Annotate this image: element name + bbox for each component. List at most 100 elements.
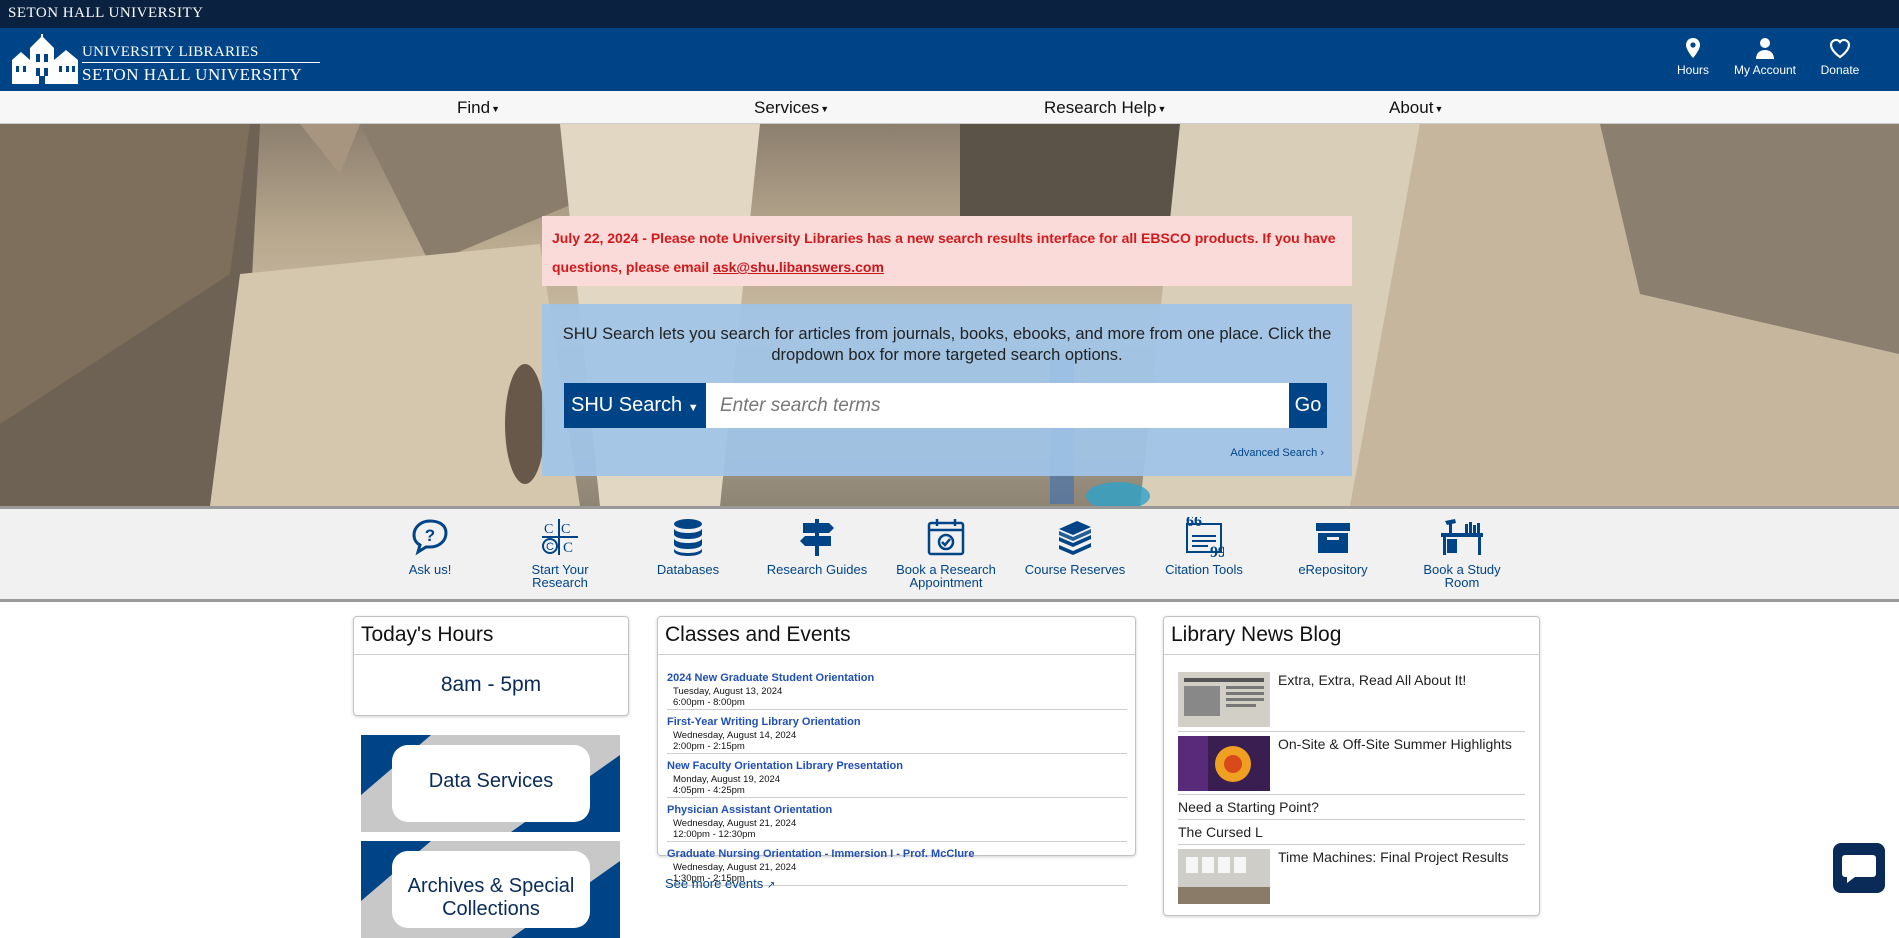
hero-banner: July 22, 2024 - Please note University L…: [0, 124, 1899, 506]
nav-research-help[interactable]: Research Help▼: [1044, 98, 1166, 118]
calendar-check-icon: [886, 517, 1006, 563]
nav-about-label: About: [1389, 98, 1434, 117]
logo-rule: [82, 62, 320, 63]
todays-hours-value: 8am - 5pm: [440, 673, 542, 696]
caret-down-icon: ▼: [687, 402, 699, 414]
news-item: On-Site & Off-Site Summer Highlights: [1178, 732, 1525, 795]
news-title-link[interactable]: The Cursed L: [1178, 824, 1263, 840]
event-item: First-Year Writing Library Orientation W…: [667, 710, 1127, 754]
quick-link-course-reserves[interactable]: Course Reserves: [1015, 517, 1135, 576]
caret-down-icon: ▼: [491, 103, 500, 114]
nav-services-label: Services: [754, 98, 820, 117]
archive-box-icon: [1273, 517, 1393, 563]
signpost-icon: [757, 517, 877, 563]
quick-link-label: eRepository: [1298, 562, 1368, 577]
event-time: 12:00pm - 12:30pm: [673, 829, 756, 840]
news-title-link[interactable]: Need a Starting Point?: [1178, 799, 1319, 815]
caret-down-icon: ▼: [1157, 103, 1167, 114]
books-stack-icon: [1015, 517, 1135, 563]
svg-text:C: C: [561, 522, 570, 537]
search-input[interactable]: [706, 383, 1289, 428]
event-title-link[interactable]: Graduate Nursing Orientation - Immersion…: [667, 848, 974, 860]
classes-events-heading: Classes and Events: [658, 617, 1135, 655]
caret-down-icon: ▼: [820, 103, 830, 114]
see-more-events-link[interactable]: See more events ↗: [665, 876, 775, 891]
quick-link-book-appointment[interactable]: Book a Research Appointment: [886, 517, 1006, 589]
quick-link-label: Course Reserves: [1024, 562, 1126, 577]
nav-research-help-label: Research Help: [1044, 98, 1157, 117]
question-bubble-icon: ?: [370, 517, 490, 563]
search-panel: SHU Search lets you search for articles …: [542, 304, 1352, 476]
see-more-events-label: See more events: [665, 876, 764, 891]
map-pin-icon: [1653, 36, 1733, 60]
event-date: Tuesday, August 13, 2024: [673, 686, 783, 697]
heart-icon: [1800, 36, 1880, 60]
svg-text:?: ?: [425, 526, 435, 545]
event-title-link[interactable]: First-Year Writing Library Orientation: [667, 716, 861, 728]
data-services-card: Data Services: [392, 745, 590, 822]
search-scope-dropdown[interactable]: SHU Search ▼: [564, 383, 706, 428]
quick-link-erepository[interactable]: eRepository: [1273, 517, 1393, 576]
quick-link-label: Databases: [656, 562, 720, 577]
user-icon: [1725, 36, 1805, 60]
nav-find[interactable]: Find▼: [457, 98, 500, 118]
event-time: 6:00pm - 8:00pm: [673, 697, 745, 708]
logo-line2: SETON HALL UNIVERSITY: [82, 65, 303, 84]
nav-services[interactable]: Services▼: [754, 98, 829, 118]
svg-text:99: 99: [1210, 544, 1224, 557]
hours-label: Hours: [1676, 63, 1709, 77]
library-news-panel: Library News Blog Extra, Extra, Read All…: [1163, 616, 1540, 916]
todays-hours-heading: Today's Hours: [354, 617, 628, 655]
alert-email-link[interactable]: ask@shu.libanswers.com: [713, 259, 884, 275]
news-title-link[interactable]: On-Site & Off-Site Summer Highlights: [1278, 736, 1512, 752]
event-item: Physician Assistant Orientation Wednesda…: [667, 798, 1127, 842]
donate-link[interactable]: Donate: [1800, 36, 1880, 82]
study-desk-icon: [1402, 517, 1522, 563]
todays-hours-panel: Today's Hours 8am - 5pm: [353, 616, 629, 716]
quick-link-label: Ask us!: [408, 562, 452, 577]
seton-hall-building-icon: [12, 34, 78, 84]
news-item: Time Machines: Final Project Results: [1178, 845, 1525, 908]
quick-link-study-room[interactable]: Book a Study Room: [1402, 517, 1522, 589]
alert-text: July 22, 2024 - Please note University L…: [552, 230, 1336, 275]
donate-label: Donate: [1820, 63, 1860, 77]
search-intro: SHU Search lets you search for articles …: [562, 325, 1332, 364]
advanced-search-link[interactable]: Advanced Search ›: [1230, 447, 1324, 459]
my-account-link[interactable]: My Account: [1725, 36, 1805, 82]
event-date: Wednesday, August 14, 2024: [673, 730, 797, 741]
news-title-link[interactable]: Time Machines: Final Project Results: [1278, 849, 1509, 865]
svg-text:C: C: [544, 522, 553, 537]
data-services-label: Data Services: [428, 770, 554, 792]
news-item: Extra, Extra, Read All About It!: [1178, 668, 1525, 732]
external-link-icon: ↗: [766, 880, 776, 891]
hours-link[interactable]: Hours: [1653, 36, 1733, 82]
news-title-link[interactable]: Extra, Extra, Read All About It!: [1278, 672, 1466, 688]
quick-link-label: Book a Research Appointment: [896, 562, 996, 590]
quick-link-label: Research Guides: [766, 562, 868, 577]
quick-link-databases[interactable]: Databases: [628, 517, 748, 576]
event-date: Wednesday, August 21, 2024: [673, 862, 797, 873]
event-title-link[interactable]: 2024 New Graduate Student Orientation: [667, 672, 874, 684]
data-services-tile[interactable]: Data Services: [361, 735, 620, 832]
quick-link-citation-tools[interactable]: 66 99 Citation Tools: [1144, 517, 1264, 576]
quick-links-bar: ? Ask us! CCCC Start Your Research Datab…: [0, 506, 1899, 602]
quick-link-research-guides[interactable]: Research Guides: [757, 517, 877, 576]
top-strip-title: SETON HALL UNIVERSITY: [8, 5, 204, 21]
chat-widget-button[interactable]: [1833, 843, 1885, 893]
quick-link-ask-us[interactable]: ? Ask us!: [370, 517, 490, 576]
database-icon: [628, 517, 748, 563]
nav-about[interactable]: About▼: [1389, 98, 1443, 118]
newspaper-thumbnail: [1178, 672, 1270, 727]
my-account-label: My Account: [1733, 63, 1797, 77]
svg-text:C: C: [546, 541, 554, 553]
quick-link-label: Start Your Research: [531, 562, 589, 590]
event-item: New Faculty Orientation Library Presenta…: [667, 754, 1127, 798]
quick-link-start-research[interactable]: CCCC Start Your Research: [500, 517, 620, 589]
archives-special-collections-tile[interactable]: Archives & Special Collections: [361, 841, 620, 938]
event-title-link[interactable]: Physician Assistant Orientation: [667, 804, 832, 816]
search-go-button[interactable]: Go: [1289, 383, 1327, 428]
svg-text:66: 66: [1186, 517, 1202, 530]
event-title-link[interactable]: New Faculty Orientation Library Presenta…: [667, 760, 903, 772]
university-libraries-logo[interactable]: UNIVERSITY LIBRARIES SETON HALL UNIVERSI…: [12, 34, 320, 86]
archives-card: Archives & Special Collections: [392, 851, 590, 928]
